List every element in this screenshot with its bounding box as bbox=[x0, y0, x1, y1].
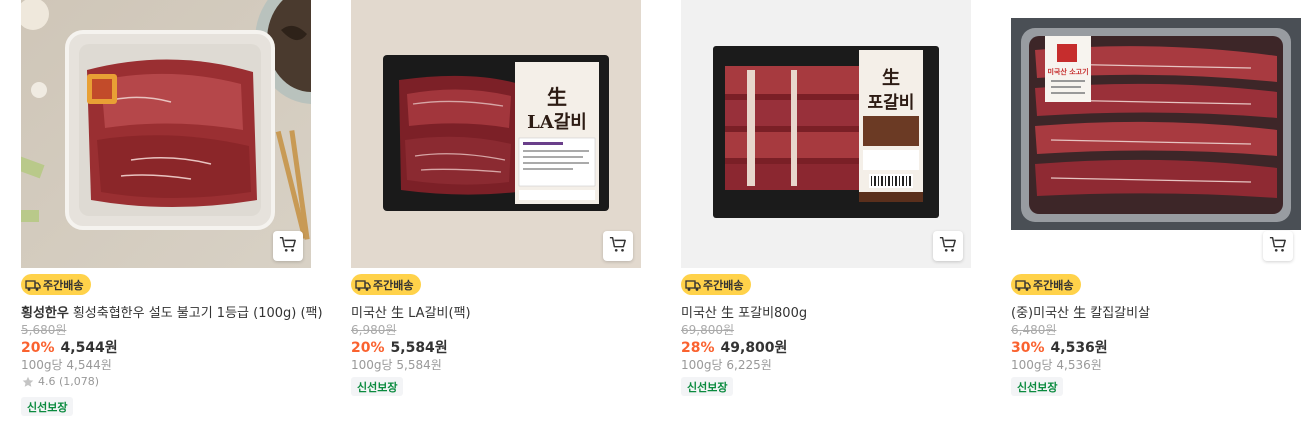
product-card[interactable]: 生 포갈비 주간배송 미국산 生 포갈비800g 69,800원 28% 49,8… bbox=[681, 0, 971, 396]
beef-tray-photo bbox=[21, 0, 311, 268]
original-price: 6,480원 bbox=[1011, 323, 1057, 337]
unit-price: 100g당 6,225원 bbox=[681, 358, 772, 372]
badge-label: 주간배송 bbox=[373, 278, 414, 292]
galbisal-tray-photo: 미국산 소고기 bbox=[1011, 0, 1301, 268]
discount-rate: 20% bbox=[21, 340, 55, 356]
add-to-cart-button[interactable] bbox=[273, 231, 303, 261]
sale-price: 4,536원 bbox=[1050, 340, 1108, 356]
freshness-guarantee-tag: 신선보장 bbox=[681, 377, 734, 396]
original-price: 69,800원 bbox=[681, 323, 735, 337]
po-galbi-package-photo: 生 포갈비 bbox=[681, 0, 971, 268]
product-image[interactable]: 미국산 소고기 bbox=[1011, 0, 1301, 268]
discount-rate: 30% bbox=[1011, 340, 1045, 356]
freshness-guarantee-tag: 신선보장 bbox=[21, 397, 74, 416]
discount-rate: 20% bbox=[351, 340, 385, 356]
cart-icon bbox=[1269, 235, 1287, 257]
add-to-cart-button[interactable] bbox=[603, 231, 633, 261]
weekly-delivery-badge: 주간배송 bbox=[1011, 274, 1082, 295]
sale-price-row: 28% 49,800원 bbox=[681, 337, 787, 357]
unit-price: 100g당 4,544원 bbox=[21, 358, 112, 372]
unit-price: 100g당 5,584원 bbox=[351, 358, 442, 372]
weekly-delivery-badge: 주간배송 bbox=[21, 274, 92, 295]
weekly-delivery-badge: 주간배송 bbox=[351, 274, 422, 295]
star-icon bbox=[22, 376, 34, 388]
freshness-guarantee-tag: 신선보장 bbox=[1011, 377, 1064, 396]
cart-icon bbox=[609, 235, 627, 257]
product-name[interactable]: 횡성한우 횡성축협한우 설도 불고기 1등급 (100g) (팩) bbox=[21, 302, 323, 321]
badge-label: 주간배송 bbox=[1033, 278, 1074, 292]
cart-icon bbox=[939, 235, 957, 257]
product-image[interactable]: 生 포갈비 bbox=[681, 0, 971, 268]
product-image[interactable]: 生 LA갈비 bbox=[351, 0, 641, 268]
product-name[interactable]: 미국산 生 LA갈비(팩) bbox=[351, 302, 641, 321]
package-label-main: LA갈비 bbox=[527, 111, 587, 133]
delivery-truck-icon bbox=[1015, 278, 1031, 292]
delivery-truck-icon bbox=[355, 278, 371, 292]
badge-label: 주간배송 bbox=[43, 278, 84, 292]
package-label-top: 生 bbox=[882, 67, 900, 89]
product-name[interactable]: 미국산 生 포갈비800g bbox=[681, 302, 971, 321]
add-to-cart-button[interactable] bbox=[1263, 231, 1293, 261]
delivery-truck-icon bbox=[685, 278, 701, 292]
freshness-guarantee-tag: 신선보장 bbox=[351, 377, 404, 396]
sale-price-row: 20% 5,584원 bbox=[351, 337, 448, 357]
unit-price: 100g당 4,536원 bbox=[1011, 358, 1102, 372]
package-label-top: 生 bbox=[547, 85, 567, 109]
original-price: 5,680원 bbox=[21, 323, 67, 337]
cart-icon bbox=[279, 235, 297, 257]
product-name[interactable]: (중)미국산 生 칼집갈비살 bbox=[1011, 302, 1301, 321]
badge-label: 주간배송 bbox=[703, 278, 744, 292]
sale-price: 5,584원 bbox=[390, 340, 448, 356]
sale-price: 4,544원 bbox=[60, 340, 118, 356]
rating-text: 4.6 (1,078) bbox=[38, 375, 100, 388]
product-card[interactable]: 生 LA갈비 주간배송 미국산 生 LA갈비(팩) 6,980원 20% 5,58… bbox=[351, 0, 641, 396]
package-label-main: 포갈비 bbox=[868, 93, 915, 113]
delivery-truck-icon bbox=[25, 278, 41, 292]
original-price: 6,980원 bbox=[351, 323, 397, 337]
weekly-delivery-badge: 주간배송 bbox=[681, 274, 752, 295]
product-card[interactable]: 미국산 소고기 주간배송 (중)미국산 生 칼집갈비살 6,480원 30% 4,… bbox=[1011, 0, 1301, 396]
la-galbi-package-photo: 生 LA갈비 bbox=[351, 0, 641, 268]
sale-price-row: 20% 4,544원 bbox=[21, 337, 118, 357]
sale-price-row: 30% 4,536원 bbox=[1011, 337, 1108, 357]
sale-price: 49,800원 bbox=[720, 340, 788, 356]
product-image[interactable] bbox=[21, 0, 311, 268]
product-card[interactable]: 주간배송 횡성한우 횡성축협한우 설도 불고기 1등급 (100g) (팩) 5,… bbox=[21, 0, 323, 416]
rating: 4.6 (1,078) bbox=[22, 375, 99, 388]
package-label-main: 미국산 소고기 bbox=[1047, 67, 1088, 76]
discount-rate: 28% bbox=[681, 340, 715, 356]
brand-name: 횡성한우 bbox=[21, 306, 69, 321]
add-to-cart-button[interactable] bbox=[933, 231, 963, 261]
